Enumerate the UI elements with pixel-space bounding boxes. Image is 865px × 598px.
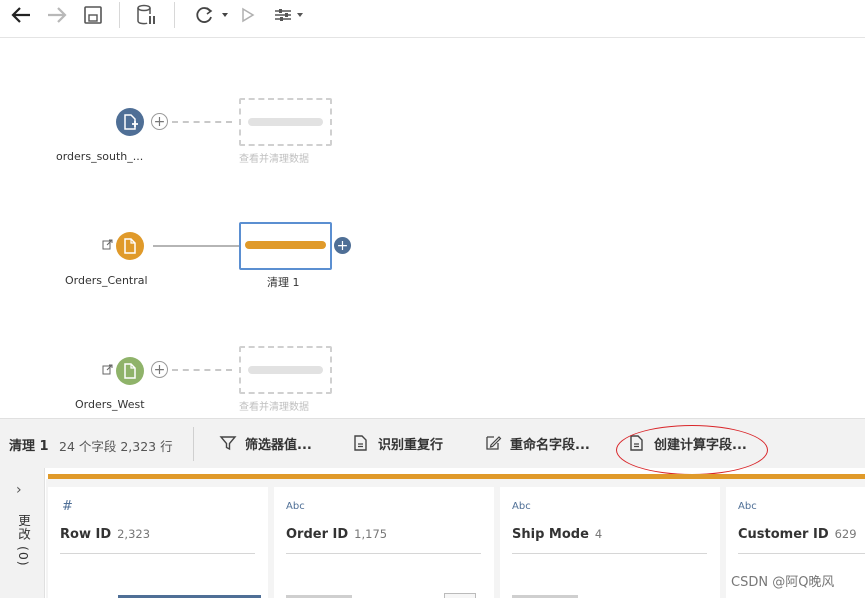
field-header: Ship Mode 4 xyxy=(512,527,602,542)
number-type-icon: # xyxy=(62,499,73,514)
input-node-label: orders_south_... xyxy=(56,150,144,163)
field-divider xyxy=(738,553,865,554)
extract-icon xyxy=(102,239,113,253)
input-node-orders-south[interactable] xyxy=(116,108,144,136)
action-label: 筛选器值... xyxy=(245,437,312,453)
changes-panel[interactable]: › 更改 (0) xyxy=(0,468,45,598)
connector-line xyxy=(153,245,239,247)
file-plus-icon xyxy=(124,114,138,130)
ghost-step-label: 查看并清理数据 xyxy=(239,402,309,413)
ghost-clean-step[interactable] xyxy=(239,98,332,146)
run-icon[interactable] xyxy=(238,3,258,27)
field-divider xyxy=(286,553,481,554)
chevron-right-icon[interactable]: › xyxy=(16,482,22,498)
ghost-step-label: 查看并清理数据 xyxy=(239,154,309,165)
field-card-ship-mode[interactable]: Abc Ship Mode 4 xyxy=(500,487,720,598)
save-icon[interactable] xyxy=(80,3,106,27)
connector-dashed xyxy=(172,121,232,123)
field-count: 2,323 xyxy=(117,527,151,541)
clean-step-node[interactable] xyxy=(239,222,332,270)
filter-icon xyxy=(219,436,237,451)
field-name: Order ID xyxy=(286,527,349,542)
field-divider xyxy=(60,553,255,554)
file-icon xyxy=(124,363,136,379)
field-card-order-id[interactable]: Abc Order ID 1,175 xyxy=(274,487,494,598)
string-type-icon: Abc xyxy=(286,501,305,512)
input-node-orders-west[interactable] xyxy=(116,357,144,385)
changes-label: 更改 (0) xyxy=(16,514,31,567)
string-type-icon: Abc xyxy=(512,501,531,512)
clean-step-label: 清理 1 xyxy=(267,276,300,289)
step-meta: 24 个字段 2,323 行 xyxy=(59,439,173,454)
field-name: Row ID xyxy=(60,527,112,542)
step-title: 清理 1 xyxy=(9,439,49,454)
identify-duplicates-button[interactable]: 识别重复行 xyxy=(352,432,443,454)
field-divider xyxy=(512,553,707,554)
string-type-icon: Abc xyxy=(738,501,757,512)
add-step-button[interactable]: + xyxy=(151,361,168,378)
ghost-clean-step[interactable] xyxy=(239,346,332,394)
input-node-label: Orders_Central xyxy=(65,274,148,287)
field-name: Customer ID xyxy=(738,527,829,542)
rename-field-button[interactable]: 重命名字段... xyxy=(484,432,590,454)
extract-icon xyxy=(102,364,113,378)
add-step-button[interactable]: + xyxy=(151,113,168,130)
toolbar-divider xyxy=(174,2,175,28)
view-toggle[interactable] xyxy=(444,593,476,598)
refresh-icon[interactable] xyxy=(190,3,230,27)
back-arrow-icon[interactable] xyxy=(8,3,34,27)
action-label: 识别重复行 xyxy=(378,437,444,453)
step-divider xyxy=(193,427,194,461)
input-node-label: Orders_West xyxy=(75,398,145,411)
add-step-button-active[interactable]: + xyxy=(334,237,351,254)
settings-sliders-icon[interactable] xyxy=(270,3,306,27)
field-name: Ship Mode xyxy=(512,527,589,542)
toolbar-divider xyxy=(119,2,120,28)
database-pause-icon[interactable] xyxy=(133,3,159,27)
action-label: 重命名字段... xyxy=(510,437,590,453)
field-header: Customer ID 629 xyxy=(738,527,857,542)
duplicate-rows-icon xyxy=(354,435,367,451)
flow-canvas: + orders_south_... 查看并清理数据 + Orders_Cent… xyxy=(0,38,865,418)
field-header: Order ID 1,175 xyxy=(286,527,387,542)
field-count: 1,175 xyxy=(354,527,388,541)
field-header: Row ID 2,323 xyxy=(60,527,150,542)
annotation-highlight-oval xyxy=(616,425,768,475)
top-toolbar xyxy=(0,0,865,38)
filter-values-button[interactable]: 筛选器值... xyxy=(219,432,312,454)
forward-arrow-icon[interactable] xyxy=(44,3,70,27)
file-icon xyxy=(124,238,136,254)
field-count: 629 xyxy=(834,527,857,541)
input-node-orders-central[interactable] xyxy=(116,232,144,260)
field-count: 4 xyxy=(594,527,603,541)
field-card-row-id[interactable]: # Row ID 2,323 xyxy=(48,487,268,598)
watermark: CSDN @阿Q晚风 xyxy=(731,575,835,590)
connector-dashed xyxy=(172,369,232,371)
rename-edit-icon xyxy=(486,436,502,450)
